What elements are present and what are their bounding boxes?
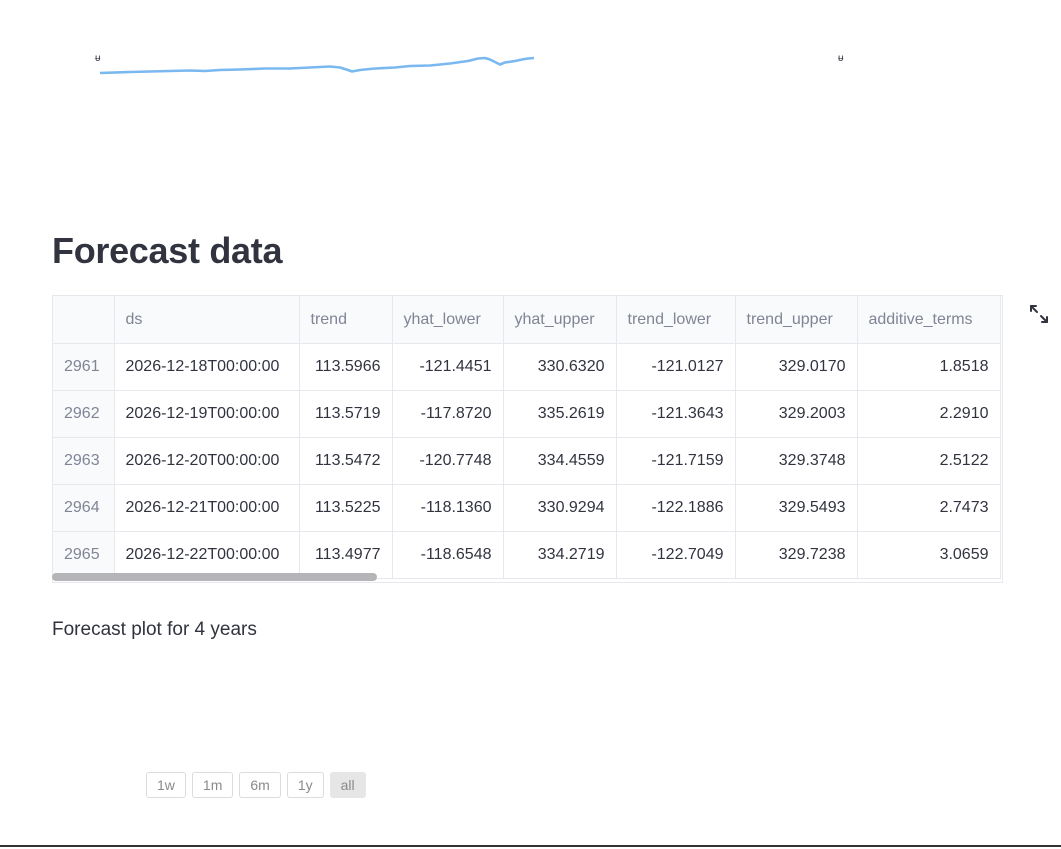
cell-yhat-upper[interactable]: 335.2619 xyxy=(503,390,617,438)
cell-trend-upper[interactable]: 329.3748 xyxy=(735,437,858,485)
table-row: 2963 2026-12-20T00:00:00 113.5472 -120.7… xyxy=(53,437,1001,485)
table-row: 2961 2026-12-18T00:00:00 113.5966 -121.4… xyxy=(53,343,1001,391)
table-header-row: ds trend yhat_lower yhat_upper trend_low… xyxy=(53,296,1001,344)
cell-ds[interactable]: 2026-12-22T00:00:00 xyxy=(114,531,300,579)
cell-ds[interactable]: 2026-12-20T00:00:00 xyxy=(114,437,300,485)
column-header-ds[interactable]: ds xyxy=(114,296,300,344)
cell-trend-upper[interactable]: 329.5493 xyxy=(735,484,858,532)
forecast-data-heading: Forecast data xyxy=(52,230,283,271)
cell-yhat-upper[interactable]: 334.2719 xyxy=(503,531,617,579)
mini-chart-line xyxy=(99,56,535,75)
cell-additive-terms[interactable]: 2.5122 xyxy=(857,437,1001,485)
range-selector: 1w 1m 6m 1y all xyxy=(146,772,366,798)
forecast-plot-caption: Forecast plot for 4 years xyxy=(52,619,257,640)
cell-ds[interactable]: 2026-12-21T00:00:00 xyxy=(114,484,300,532)
column-header-trend-upper[interactable]: trend_upper xyxy=(735,296,858,344)
cell-additive-terms[interactable]: 2.7473 xyxy=(857,484,1001,532)
cell-yhat-lower[interactable]: -118.1360 xyxy=(392,484,504,532)
cell-yhat-lower[interactable]: -121.4451 xyxy=(392,343,504,391)
row-index[interactable]: 2965 xyxy=(53,531,115,579)
mini-chart-tick-right: ᵾ xyxy=(838,53,844,64)
cell-trend[interactable]: 113.4977 xyxy=(299,531,393,579)
cell-yhat-upper[interactable]: 334.4559 xyxy=(503,437,617,485)
range-button-1y[interactable]: 1y xyxy=(286,772,324,798)
column-header-index[interactable] xyxy=(53,296,115,344)
column-header-trend[interactable]: trend xyxy=(299,296,393,344)
bottom-divider xyxy=(0,845,1061,847)
cell-trend-upper[interactable]: 329.0170 xyxy=(735,343,858,391)
range-button-1m[interactable]: 1m xyxy=(191,772,234,798)
cell-additive-terms[interactable]: 3.0659 xyxy=(857,531,1001,579)
expand-arrows-icon xyxy=(1030,305,1048,323)
row-index[interactable]: 2961 xyxy=(53,343,115,391)
cell-yhat-upper[interactable]: 330.9294 xyxy=(503,484,617,532)
top-mini-chart xyxy=(90,48,860,84)
cell-yhat-lower[interactable]: -117.8720 xyxy=(392,390,504,438)
cell-trend-lower[interactable]: -121.7159 xyxy=(616,437,736,485)
table-row: 2965 2026-12-22T00:00:00 113.4977 -118.6… xyxy=(53,531,1001,579)
mini-chart-line-svg xyxy=(99,56,535,75)
cell-trend-lower[interactable]: -122.7049 xyxy=(616,531,736,579)
cell-additive-terms[interactable]: 1.8518 xyxy=(857,343,1001,391)
cell-ds[interactable]: 2026-12-18T00:00:00 xyxy=(114,343,300,391)
forecast-dataframe[interactable]: ds trend yhat_lower yhat_upper trend_low… xyxy=(52,295,1003,583)
cell-yhat-lower[interactable]: -120.7748 xyxy=(392,437,504,485)
mini-chart-tick-left: ᵾ xyxy=(95,53,101,64)
cell-trend[interactable]: 113.5225 xyxy=(299,484,393,532)
cell-trend[interactable]: 113.5719 xyxy=(299,390,393,438)
column-header-yhat-lower[interactable]: yhat_lower xyxy=(392,296,504,344)
cell-additive-terms[interactable]: 2.2910 xyxy=(857,390,1001,438)
cell-yhat-lower[interactable]: -118.6548 xyxy=(392,531,504,579)
cell-trend-lower[interactable]: -122.1886 xyxy=(616,484,736,532)
cell-ds[interactable]: 2026-12-19T00:00:00 xyxy=(114,390,300,438)
table-row: 2962 2026-12-19T00:00:00 113.5719 -117.8… xyxy=(53,390,1001,438)
forecast-table: ds trend yhat_lower yhat_upper trend_low… xyxy=(53,296,1001,579)
table-row: 2964 2026-12-21T00:00:00 113.5225 -118.1… xyxy=(53,484,1001,532)
cell-trend-upper[interactable]: 329.2003 xyxy=(735,390,858,438)
cell-trend-upper[interactable]: 329.7238 xyxy=(735,531,858,579)
cell-yhat-upper[interactable]: 330.6320 xyxy=(503,343,617,391)
table-horizontal-scrollbar[interactable] xyxy=(52,573,377,581)
range-button-all[interactable]: all xyxy=(329,772,366,798)
cell-trend-lower[interactable]: -121.3643 xyxy=(616,390,736,438)
column-header-additive-terms[interactable]: additive_terms xyxy=(857,296,1001,344)
cell-trend[interactable]: 113.5966 xyxy=(299,343,393,391)
range-button-6m[interactable]: 6m xyxy=(239,772,281,798)
column-header-yhat-upper[interactable]: yhat_upper xyxy=(503,296,617,344)
row-index[interactable]: 2962 xyxy=(53,390,115,438)
cell-trend-lower[interactable]: -121.0127 xyxy=(616,343,736,391)
row-index[interactable]: 2963 xyxy=(53,437,115,485)
fullscreen-expand-icon[interactable] xyxy=(1027,302,1051,326)
row-index[interactable]: 2964 xyxy=(53,484,115,532)
cell-trend[interactable]: 113.5472 xyxy=(299,437,393,485)
column-header-trend-lower[interactable]: trend_lower xyxy=(616,296,736,344)
range-button-1w[interactable]: 1w xyxy=(146,772,186,798)
